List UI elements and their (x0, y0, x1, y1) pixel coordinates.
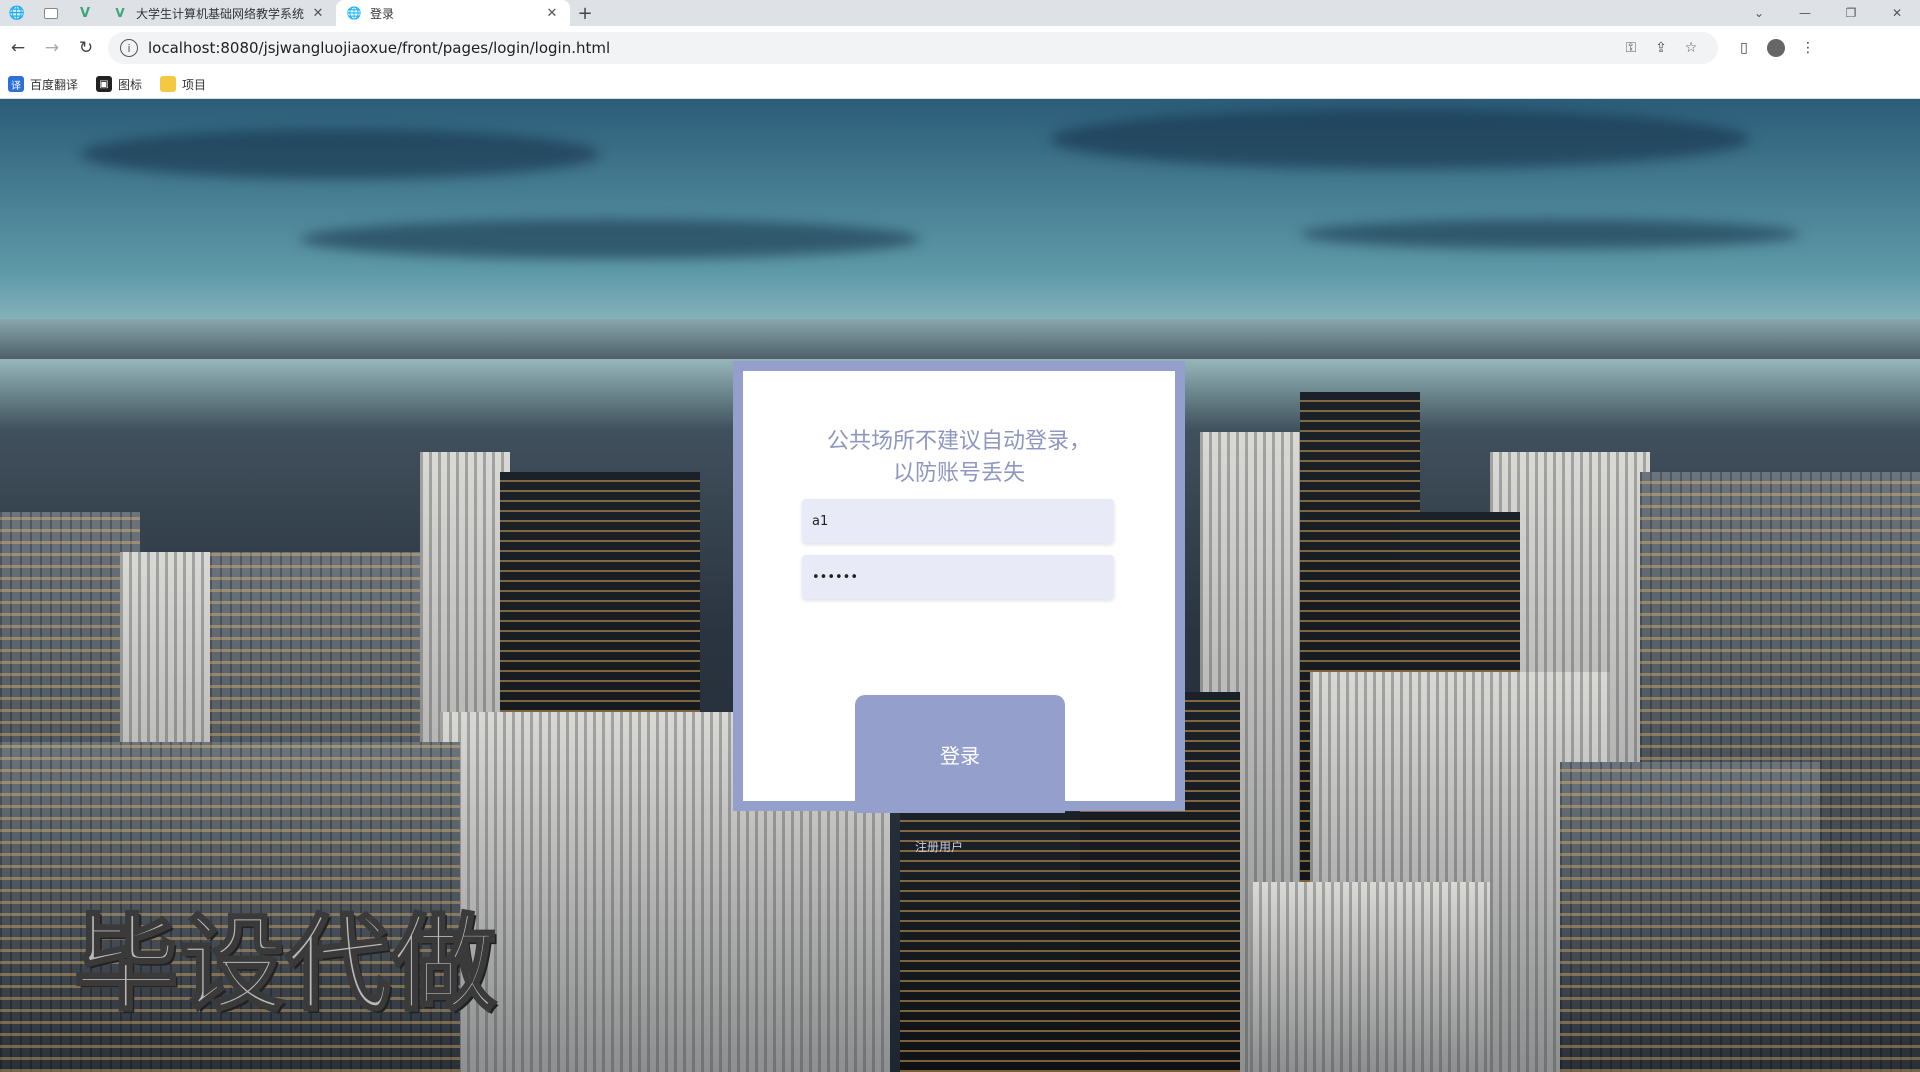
watermark-text: 毕设代做 (72, 902, 499, 1027)
vue-logo-icon: V (115, 6, 125, 20)
bookmark-label: 百度翻译 (30, 77, 79, 92)
profile-avatar-icon[interactable] (1760, 32, 1792, 64)
close-tab-icon[interactable]: ✕ (544, 6, 560, 21)
pinned-tab-vue[interactable]: V (68, 0, 102, 26)
reload-button[interactable]: ↻ (70, 32, 102, 64)
forward-button[interactable]: → (36, 32, 68, 64)
key-icon[interactable]: ⚿ (1616, 40, 1646, 56)
menu-dots-icon[interactable]: ⋮ (1792, 32, 1824, 64)
minimize-button[interactable]: — (1782, 0, 1828, 26)
pinned-tab-blank[interactable] (34, 0, 68, 26)
info-icon[interactable]: i (120, 39, 138, 57)
bookmark-label: 图标 (118, 77, 143, 92)
bookmark-label: 项目 (182, 77, 207, 92)
tab-title: 大学生计算机基础网络教学系统 (136, 6, 305, 21)
browser-toolbar: ← → ↻ i localhost:8080/jsjwangluojiaoxue… (0, 26, 1920, 70)
globe-icon: 🌐 (346, 6, 362, 20)
username-input[interactable] (802, 499, 1114, 543)
tab-system[interactable]: V 大学生计算机基础网络教学系统 ✕ (102, 0, 336, 26)
reload-icon: ↻ (78, 38, 94, 58)
tab-login[interactable]: 🌐 登录 ✕ (336, 0, 570, 26)
bookmark-project-folder[interactable]: 项目 (160, 76, 206, 93)
folder-icon (160, 76, 177, 92)
pinned-tab-globe[interactable]: 🌐 (0, 0, 34, 26)
login-page: 毕设代做 公共场所不建议自动登录， 以防账号丢失 (0, 99, 1920, 1072)
side-panel-icon[interactable]: ▯ (1728, 32, 1760, 64)
bookmark-icons[interactable]: ▣ 图标 (96, 76, 142, 93)
star-icon[interactable]: ☆ (1676, 40, 1706, 56)
restore-button[interactable]: ❐ (1828, 0, 1874, 26)
tip-line-1: 公共场所不建议自动登录， (826, 429, 1091, 454)
login-button[interactable]: 登录 (855, 695, 1065, 813)
window-controls: ⌄ — ❐ ✕ (1736, 0, 1920, 26)
back-button[interactable]: ← (2, 32, 34, 64)
vue-logo-icon: V (79, 5, 91, 21)
close-window-button[interactable]: ✕ (1874, 0, 1920, 26)
url-text[interactable]: localhost:8080/jsjwangluojiaoxue/front/p… (148, 39, 1616, 57)
image-icon: ▣ (96, 76, 113, 92)
browser-tab-bar: 🌐 V V 大学生计算机基础网络教学系统 ✕ 🌐 登录 ✕ + ⌄ — ❐ ✕ (0, 0, 1920, 26)
arrow-left-icon: ← (10, 38, 26, 58)
share-icon[interactable]: ⇪ (1646, 40, 1676, 56)
blank-page-icon (44, 7, 58, 19)
baidu-translate-icon: 译 (8, 76, 24, 92)
bookmarks-bar: 译 百度翻译 ▣ 图标 项目 (0, 70, 1920, 99)
globe-icon: 🌐 (8, 5, 26, 21)
close-tab-icon[interactable]: ✕ (310, 6, 326, 21)
tip-line-2: 以防账号丢失 (892, 461, 1025, 486)
new-tab-button[interactable]: + (570, 0, 600, 26)
register-link[interactable]: 注册用户 (915, 838, 963, 855)
tab-search-icon[interactable]: ⌄ (1736, 0, 1782, 26)
tab-title: 登录 (370, 6, 395, 21)
arrow-right-icon: → (44, 38, 60, 58)
address-bar[interactable]: i localhost:8080/jsjwangluojiaoxue/front… (108, 32, 1718, 64)
password-input[interactable] (802, 555, 1114, 599)
security-tip: 公共场所不建议自动登录， 以防账号丢失 (743, 426, 1175, 490)
bookmark-baidu-translate[interactable]: 译 百度翻译 (8, 76, 78, 93)
